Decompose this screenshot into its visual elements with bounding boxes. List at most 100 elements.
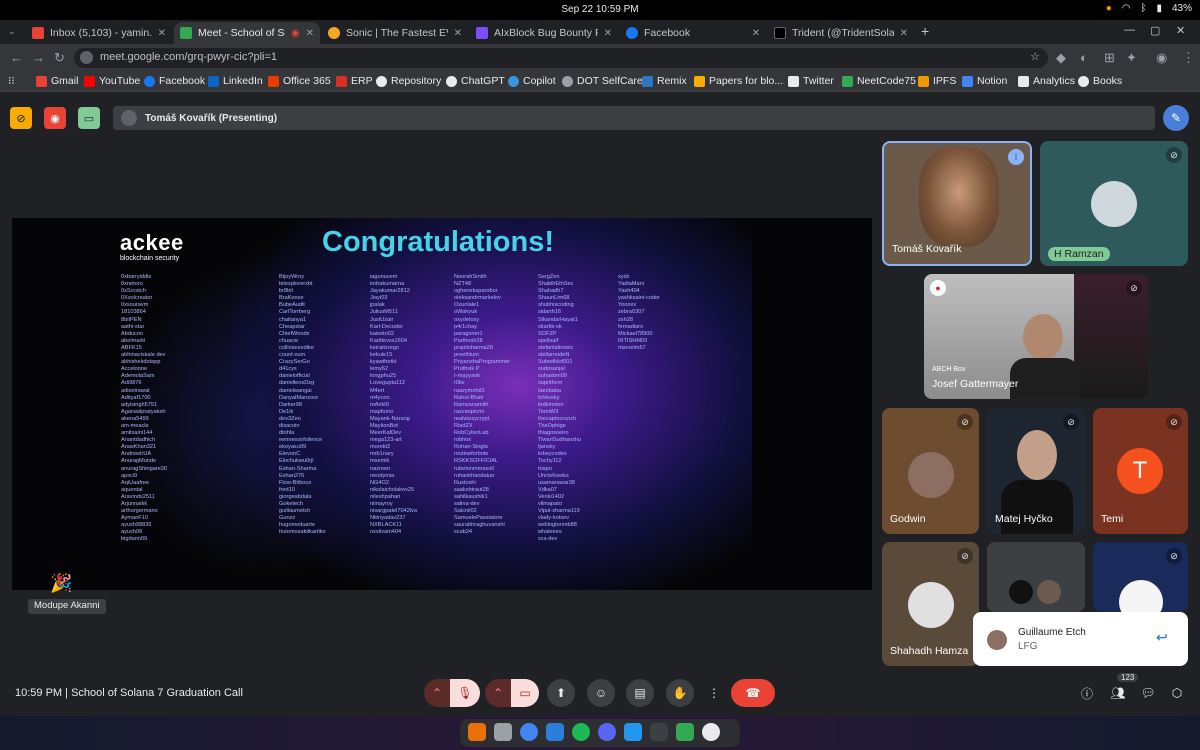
spotify-icon[interactable] [572, 723, 590, 741]
stop-presenting-button[interactable]: ⊘ [10, 107, 32, 129]
bookmark-papers[interactable]: Papers for blo... [694, 75, 783, 87]
mic-status-icon[interactable]: ● [1106, 3, 1112, 14]
participant-tile[interactable]: T ⊘ Temi [1093, 408, 1188, 534]
close-icon[interactable]: ✕ [752, 28, 760, 39]
close-icon[interactable]: ✕ [454, 28, 462, 39]
bookmark-analytics[interactable]: Analytics [1018, 75, 1075, 87]
participant-tile[interactable]: ⁞ Tomáš Kovařík [882, 141, 1032, 266]
battery-icon[interactable]: ▮ [1156, 3, 1162, 14]
captions-button[interactable]: ▤ [626, 679, 654, 707]
activities-icon[interactable]: ⬡ [1166, 679, 1188, 707]
annotate-pen-button[interactable]: ✎ [1163, 105, 1189, 131]
site-info-icon[interactable] [80, 51, 93, 64]
bookmark-remix[interactable]: Remix [642, 75, 687, 87]
apps-icon[interactable]: ⁝⁝ [8, 75, 15, 87]
back-icon[interactable]: ← [10, 50, 23, 65]
files-icon[interactable] [494, 723, 512, 741]
omnibox[interactable]: meet.google.com/grq-pwyr-cic?pli=1 ☆ [74, 48, 1048, 68]
graduate-name: zsh28 [618, 316, 633, 323]
extensions-puzzle-icon[interactable]: ✦ [1126, 50, 1137, 66]
bookmark-neetcode[interactable]: NeetCode75 [842, 75, 916, 87]
reply-icon[interactable]: ↩ [1156, 629, 1168, 646]
bookmark-gmail[interactable]: Gmail [36, 75, 78, 87]
vscode-icon[interactable] [546, 723, 564, 741]
graduate-name: PriyanshaProgrammer [454, 359, 510, 366]
terminal-icon[interactable] [650, 723, 668, 741]
extension-icon[interactable]: ◐ [1080, 50, 1088, 65]
mic-toggle-button[interactable]: 🎙︎ [450, 679, 480, 707]
camera-options-button[interactable]: ⌃ [485, 679, 511, 707]
participant-video [1001, 480, 1073, 534]
forward-icon[interactable]: → [32, 50, 45, 65]
close-window-icon[interactable]: ✕ [1176, 24, 1185, 37]
tab-facebook[interactable]: Facebook ✕ [620, 22, 766, 44]
new-tab-button[interactable]: + [921, 23, 929, 39]
participant-tile[interactable]: ⊘ [1093, 542, 1188, 612]
graduate-name: taesbaba [538, 387, 562, 394]
bookmark-linkedin[interactable]: LinkedIn [208, 75, 263, 87]
graduate-name: Nitinyadav237 [370, 515, 406, 522]
raise-hand-button[interactable]: ✋ [666, 679, 694, 707]
settings-icon[interactable] [702, 723, 720, 741]
graduate-name: vilmapato [538, 501, 562, 507]
present-screen-button[interactable]: ⬆ [547, 679, 575, 707]
extension-icon[interactable]: ⊞ [1104, 50, 1115, 66]
recycle-icon[interactable] [676, 723, 694, 741]
people-icon[interactable]: 👥︎ [1105, 679, 1131, 707]
participant-tile[interactable]: ⊘ H Ramzan [1040, 141, 1188, 266]
menu-kebab-icon[interactable]: ⋮ [1182, 50, 1195, 66]
bookmark-ipfs[interactable]: IPFS [918, 75, 956, 87]
discord-icon[interactable] [598, 723, 616, 741]
more-options-button[interactable]: ⋮ [704, 679, 724, 707]
reactions-button[interactable]: ☺ [587, 679, 615, 707]
tab-inbox[interactable]: Inbox (5,103) - yamin.raa✕ [26, 22, 172, 44]
docker-icon[interactable] [624, 723, 642, 741]
minimize-icon[interactable]: — [1124, 24, 1135, 36]
address-url[interactable]: meet.google.com/grq-pwyr-cic?pli=1 [100, 51, 277, 63]
bookmark-notion[interactable]: Notion [962, 75, 1007, 87]
bookmark-star-icon[interactable]: ☆ [1030, 50, 1040, 63]
close-icon[interactable]: ✕ [306, 28, 314, 39]
participant-tile[interactable]: ⊘ Godwin [882, 408, 979, 534]
pin-icon[interactable]: ● [930, 280, 946, 296]
maximize-icon[interactable]: ▢ [1150, 24, 1160, 37]
chat-notification[interactable]: Guillaume Etch LFG ↩ [973, 612, 1188, 666]
bookmark-books[interactable]: Books [1078, 75, 1122, 87]
camera-toggle-button[interactable]: ▭ [511, 679, 539, 707]
meeting-details-icon[interactable]: ⓘ [1076, 679, 1098, 707]
reload-icon[interactable]: ↻ [54, 50, 65, 66]
wifi-icon[interactable]: ◠ [1122, 3, 1131, 14]
app-icon[interactable] [468, 723, 486, 741]
close-icon[interactable]: ✕ [158, 28, 166, 39]
bookmark-office365[interactable]: Office 365 [268, 75, 331, 87]
tab-sonic[interactable]: Sonic | The Fastest EVM L✕ [322, 22, 468, 44]
bookmark-chatgpt[interactable]: ChatGPT [446, 75, 505, 87]
bookmark-youtube[interactable]: YouTube [84, 75, 140, 87]
record-button[interactable]: ◉ [44, 107, 66, 129]
bookmark-copilot[interactable]: Copilot [508, 75, 556, 87]
tab-list-icon[interactable]: ⌄ [8, 26, 16, 37]
participant-tile-group[interactable] [987, 542, 1085, 612]
bookmark-twitter[interactable]: Twitter [788, 75, 834, 87]
layout-button[interactable]: ▭ [78, 107, 100, 129]
extension-icon[interactable]: ◆ [1056, 50, 1066, 66]
tab-aixblock[interactable]: AIxBlock Bug Bounty Pro✕ [470, 22, 618, 44]
bookmark-dot-selfcare[interactable]: DOT SelfCare [562, 75, 643, 87]
chat-icon[interactable]: 💬︎ [1137, 679, 1159, 707]
participant-tile[interactable]: ● ⊘ ABCH Box Josef Gattermayer [924, 274, 1148, 399]
close-icon[interactable]: ✕ [900, 28, 908, 39]
mic-options-button[interactable]: ⌃ [424, 679, 450, 707]
bookmark-facebook[interactable]: Facebook [144, 75, 205, 87]
chrome-icon[interactable] [520, 723, 538, 741]
end-call-button[interactable]: ☎ [731, 679, 775, 707]
tab-meet[interactable]: Meet - School of Solana◉✕ [174, 22, 320, 44]
close-icon[interactable]: ✕ [604, 28, 612, 39]
graduate-name: nikolaicholakov25 [370, 486, 415, 493]
bookmark-erp[interactable]: ERP [336, 75, 373, 87]
participant-tile[interactable]: ⊘ Matej Hyčko [987, 408, 1085, 534]
tab-trident[interactable]: Trident (@TridentSolana✕ [768, 22, 914, 44]
bookmark-repository[interactable]: Repository [376, 75, 441, 87]
participant-tile[interactable]: ⊘ Shahadh Hamza [882, 542, 979, 666]
profile-avatar[interactable]: ◉ [1156, 50, 1167, 66]
bluetooth-icon[interactable]: ᛒ [1140, 3, 1146, 14]
